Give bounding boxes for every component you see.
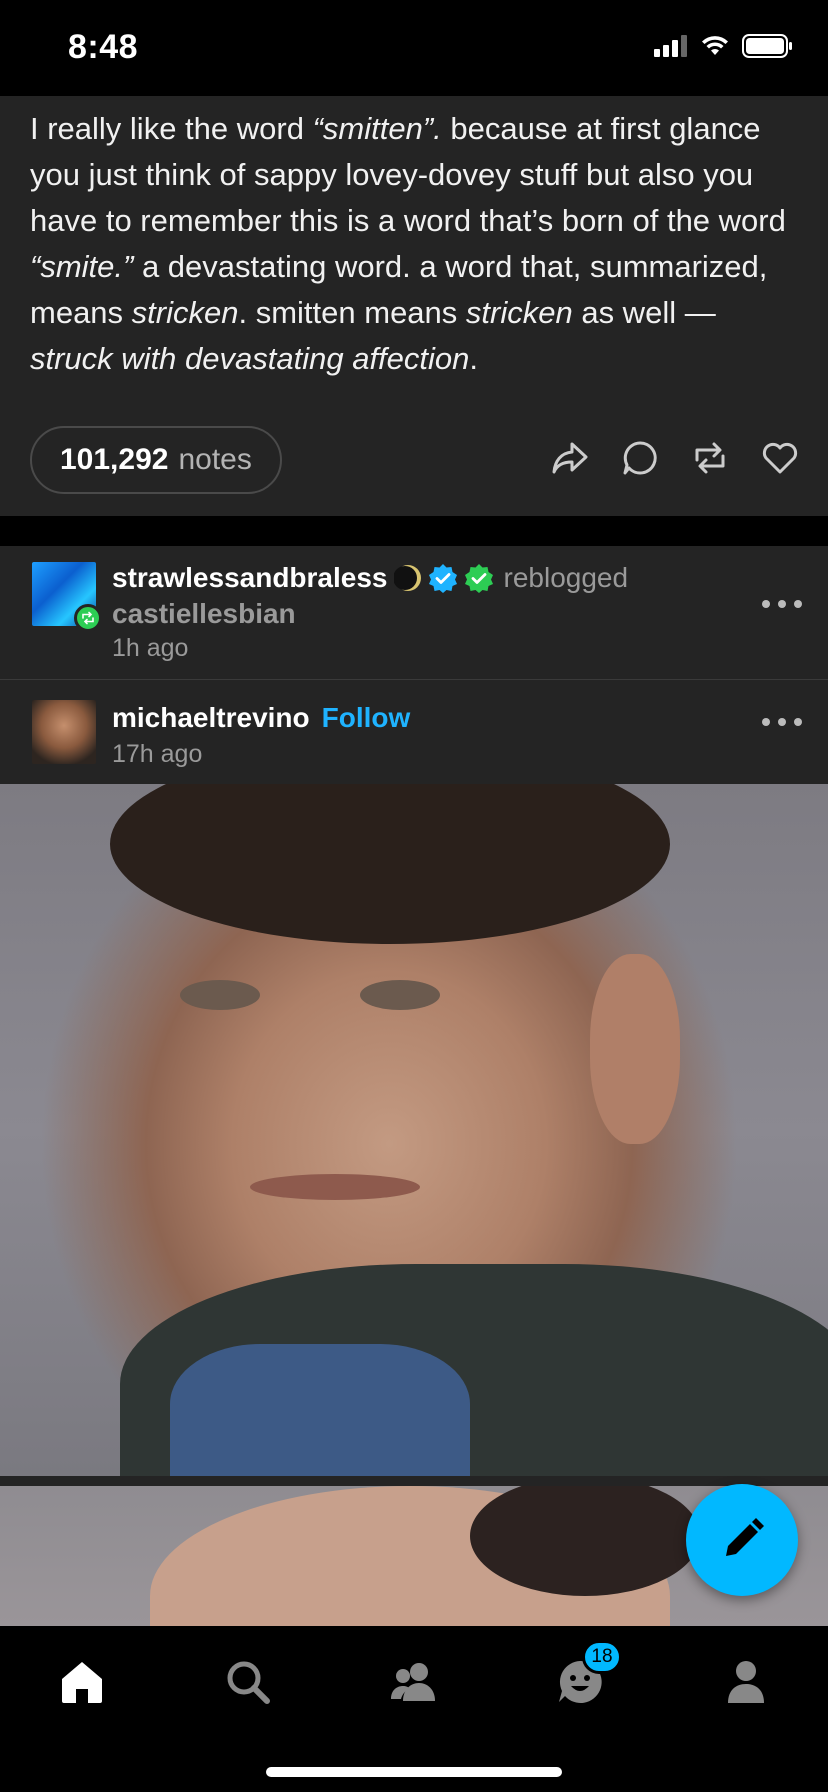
home-indicator xyxy=(266,1767,562,1777)
signal-icon xyxy=(654,35,687,57)
green-checkmark-badge-icon xyxy=(464,564,493,593)
follow-button[interactable]: Follow xyxy=(322,702,411,734)
photo-post: strawlessandbraless reblogged castielles… xyxy=(0,546,828,1626)
notes-label: notes xyxy=(178,443,252,476)
body-text-segment: I really like the word xyxy=(30,111,313,146)
post-divider xyxy=(0,516,828,546)
dot xyxy=(794,718,802,726)
status-time: 8:48 xyxy=(68,28,139,66)
status-bar: 8:48 xyxy=(0,0,828,96)
search-icon xyxy=(227,1661,270,1704)
reblog-badge-icon xyxy=(74,604,102,632)
emphasized-text: “smitten”. xyxy=(312,111,442,146)
reblog-more-button[interactable] xyxy=(762,594,802,614)
reblog-user-line: strawlessandbraless reblogged xyxy=(112,562,628,594)
dot xyxy=(762,718,770,726)
author-avatar[interactable] xyxy=(32,700,96,764)
dot xyxy=(778,600,786,608)
tab-communities[interactable] xyxy=(384,1652,444,1712)
tab-home[interactable] xyxy=(52,1652,112,1712)
person-icon xyxy=(728,1661,764,1703)
tab-account[interactable] xyxy=(716,1652,776,1712)
reblog-source-username[interactable]: castiellesbian xyxy=(112,598,296,630)
emphasized-text: “smite.” xyxy=(30,249,134,284)
emphasized-text: struck with devastating affection xyxy=(30,341,470,376)
home-icon xyxy=(62,1662,102,1703)
notes-button[interactable]: 101,292 notes xyxy=(30,426,282,494)
dot xyxy=(778,718,786,726)
author-timestamp: 17h ago xyxy=(112,740,203,768)
battery-icon xyxy=(742,34,792,58)
bottom-tab-bar: 18 xyxy=(0,1626,828,1792)
heart-icon xyxy=(762,442,798,474)
people-icon xyxy=(391,1663,435,1701)
author-username[interactable]: michaeltrevino xyxy=(112,702,310,734)
emphasized-text: stricken xyxy=(131,295,239,330)
share-button[interactable] xyxy=(550,438,590,478)
text-post: I really like the word “smitten”. becaus… xyxy=(0,96,828,516)
author-line: michaeltrevino Follow xyxy=(112,702,410,734)
reblog-header: strawlessandbraless reblogged castielles… xyxy=(0,546,828,680)
reblog-timestamp: 1h ago xyxy=(112,634,189,662)
author-header: michaeltrevino Follow 17h ago xyxy=(0,680,828,784)
body-text-segment: as well — xyxy=(572,295,716,330)
notes-count: 101,292 xyxy=(60,443,169,476)
author-more-button[interactable] xyxy=(762,712,802,732)
post-actions xyxy=(550,438,800,478)
verified-badge-icon xyxy=(428,564,457,593)
like-button[interactable] xyxy=(760,438,800,478)
dot xyxy=(762,600,770,608)
moon-icon xyxy=(393,565,421,591)
status-icons xyxy=(654,34,794,58)
body-text-segment: . xyxy=(469,341,479,376)
reblogger-username[interactable]: strawlessandbraless xyxy=(112,562,388,594)
pencil-icon xyxy=(726,1518,764,1556)
share-icon xyxy=(552,442,588,474)
reply-button[interactable] xyxy=(620,438,660,478)
post-photo[interactable] xyxy=(0,784,828,1476)
compose-button[interactable] xyxy=(686,1484,798,1596)
reblog-icon xyxy=(695,442,725,474)
dot xyxy=(794,600,802,608)
body-text-segment: . smitten means xyxy=(238,295,466,330)
tab-search[interactable] xyxy=(218,1652,278,1712)
emphasized-text: stricken xyxy=(465,295,573,330)
comment-icon xyxy=(623,441,657,475)
reblogged-label: reblogged xyxy=(503,562,629,593)
wifi-icon xyxy=(702,36,728,55)
activity-count-badge: 18 xyxy=(582,1640,622,1674)
reblog-button[interactable] xyxy=(690,438,730,478)
post-body-text: I really like the word “smitten”. becaus… xyxy=(30,106,806,382)
photo-separator xyxy=(0,1476,828,1486)
